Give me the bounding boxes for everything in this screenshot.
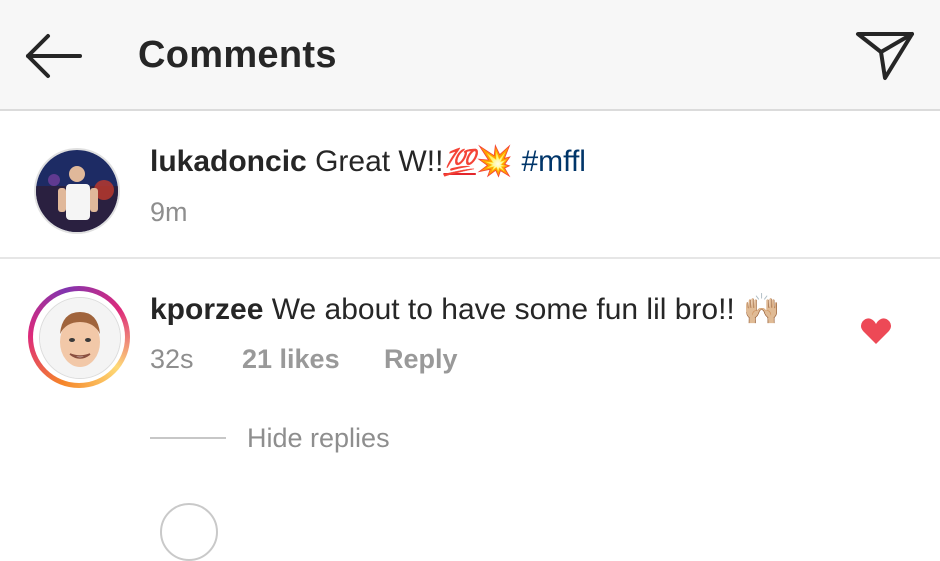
reply-username[interactable]: kporzee [150,293,263,326]
direct-message-button[interactable] [852,26,918,84]
back-button[interactable] [22,30,86,82]
caption-hashtag[interactable]: #mffl [522,145,586,178]
caption-username[interactable]: lukadoncic [150,145,307,178]
avatar [39,297,121,379]
caption-text: lukadoncic Great W!!💯💥 #mffl [150,144,586,179]
reply-text: kporzee We about to have some fun lil br… [150,292,780,327]
reply-timestamp: 32s [150,344,194,374]
collision-icon: 💥 [475,145,514,178]
caption-timestamp: 9m [150,197,188,227]
cartoon-face-icon [40,298,120,378]
caption-row: lukadoncic Great W!!💯💥 #mffl 9m [0,111,940,259]
hide-replies-button[interactable]: Hide replies [247,423,390,454]
like-button[interactable] [860,317,892,345]
page-title: Comments [138,34,337,76]
likes-count[interactable]: 21 likes [242,344,340,375]
hundred-points-icon: 💯 [443,147,476,177]
caption-message: Great W!! [315,145,444,178]
avatar[interactable] [160,503,218,561]
divider-line [150,437,226,439]
arrow-left-icon [26,34,82,78]
player-photo-icon [36,150,118,232]
heart-icon [860,318,892,344]
comments-header: Comments [0,0,940,111]
story-ring-inner [33,291,125,383]
reply-button[interactable]: Reply [384,344,458,375]
paper-plane-icon [856,32,914,80]
reply-message: We about to have some fun lil bro!! [271,293,735,326]
raising-hands-icon: 🙌🏼 [743,293,781,326]
avatar[interactable] [34,148,120,234]
story-ring[interactable] [28,286,130,388]
